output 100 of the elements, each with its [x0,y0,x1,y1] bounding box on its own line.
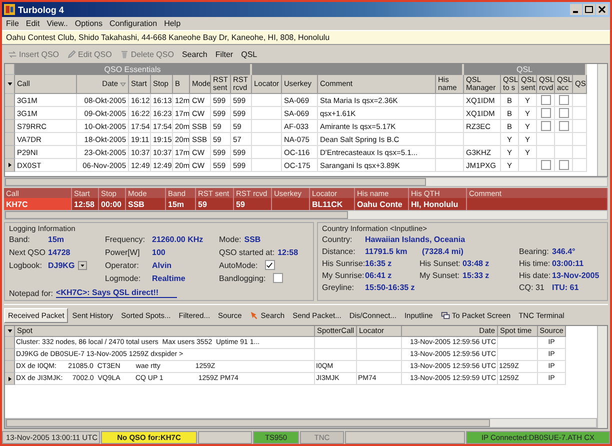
menu-item[interactable]: Options [74,19,102,28]
field-label: Bearing: [519,246,549,256]
table-cell [315,349,357,361]
menu-item[interactable]: View.. [46,19,68,28]
field-label: Next QSO [9,248,45,256]
checkbox[interactable] [558,95,568,105]
checkbox[interactable] [558,160,568,170]
checkbox[interactable] [540,108,550,118]
table-cell [573,133,587,146]
field-label: Operator: [105,260,140,270]
field-label: Frequency: [105,234,146,244]
table-cell [252,107,282,120]
field-value: 15:33 z [462,270,490,280]
field-value: 03:00:11 [552,258,584,268]
field-label: Country: [322,234,354,244]
table-cell [252,133,282,146]
dropdown-arrow-icon[interactable] [6,328,12,334]
arrows-icon [8,50,17,58]
toolbar-button[interactable]: QSL [239,50,260,58]
itu-zone: ITU: 61 [552,282,579,292]
toolbar-button[interactable]: Search [180,50,210,58]
table-cell [357,361,402,373]
field-label: My Sunrise: [322,270,362,280]
row-header[interactable] [5,159,15,172]
scroll-thumb[interactable] [6,419,490,427]
horizontal-scrollbar[interactable] [5,418,597,428]
field-label: QSO started at: [219,248,275,256]
field-value: Alvin [152,260,172,270]
current-row-icon [6,376,12,382]
table-cell [436,94,464,107]
field-value: 15:50-16:35 z [365,282,415,292]
maximize-icon[interactable] [583,4,595,15]
checkbox[interactable] [540,160,550,170]
pointer-icon [250,311,259,320]
table-cell [464,133,501,146]
field-label: Power[W] [105,248,141,256]
field-label: Distance: [322,246,356,256]
field-label: My Sunset: [420,270,460,280]
field-value: 06:41 z [365,270,392,280]
field-label: Bandlogging: [219,274,266,282]
field-value: 13-Nov-2005 [552,270,600,280]
field-label: Greyline: [322,282,356,292]
menu-item[interactable]: File [6,19,19,28]
field-label: Logbook: [9,260,43,270]
checkbox[interactable] [264,260,275,270]
field-value: 21260.00 KHz [152,234,204,244]
checkbox[interactable] [558,121,568,131]
menu-item[interactable]: Configuration [109,19,158,28]
toolbar-button[interactable]: Filter [213,50,236,58]
field-value: Realtime [152,274,186,282]
checkbox[interactable] [272,273,283,283]
current-row-icon [6,162,12,168]
column-group-header: QSL [464,64,587,75]
field-label: His time: [519,258,549,268]
field-label: His date: [519,270,549,280]
minimize-icon[interactable] [570,4,582,15]
table-cell [252,120,282,133]
vertical-scrollbar[interactable] [597,64,607,176]
trash-icon [120,50,129,58]
field-value: Hawaiian Islands, Oceania [365,234,466,244]
scroll-thumb[interactable] [5,211,348,219]
field-value: 346.4° [552,246,576,256]
table-cell [573,146,587,159]
field-label: AutoMode: [219,260,258,270]
table-cell [357,337,402,349]
field-label: Band: [9,234,31,244]
column-group-header: QSO Essentials [15,64,252,75]
table-cell [436,107,464,120]
entry-field[interactable]: KH7C [4,198,72,210]
table-cell [436,133,464,146]
field-value: 12:58 [278,248,298,256]
checkbox[interactable] [558,108,568,118]
horizontal-scrollbar[interactable] [4,210,608,220]
field-value: 11791.5 km [365,246,408,256]
close-icon[interactable] [596,4,608,15]
table-cell [252,146,282,159]
field-value: 15m [48,234,64,244]
menu-item[interactable]: Edit [26,19,40,28]
notepad-field[interactable]: <KH7C>: Says QSL direct!! [56,288,177,298]
field-label: Logmode: [105,274,142,282]
window-title: Turbolog 4 [18,4,64,14]
cq-zone: CQ: 31 [519,282,546,292]
app-icon [4,4,15,15]
field-value: (7328.4 mi) [422,246,464,256]
field-value: 14728 [48,248,70,256]
row-header[interactable] [5,373,15,385]
dropdown-arrow-icon[interactable] [6,81,12,87]
checkbox[interactable] [540,121,550,131]
field-value: DJ9KG [48,260,75,270]
dropdown-icon[interactable] [78,260,87,270]
checkbox[interactable] [540,95,550,105]
field-value: 16:35 z [365,258,392,268]
field-value: 03:48 z [462,258,490,268]
menu-item[interactable]: Help [164,19,181,28]
scroll-thumb[interactable] [5,178,426,186]
table-cell [436,120,464,133]
vertical-scrollbar[interactable] [597,326,607,428]
horizontal-scrollbar[interactable] [4,177,608,187]
table-cell [357,349,402,361]
table-cell [252,94,282,107]
